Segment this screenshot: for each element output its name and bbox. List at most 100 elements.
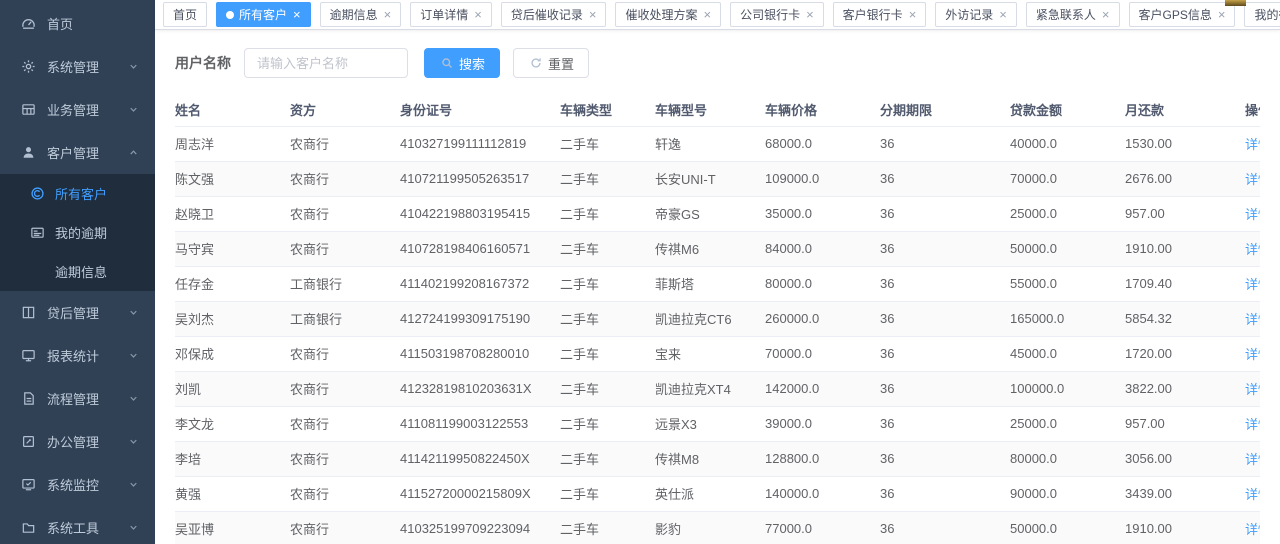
cell-periods: 36 xyxy=(880,301,1010,336)
close-icon[interactable]: × xyxy=(474,8,482,21)
tab-7[interactable]: 客户银行卡× xyxy=(833,2,927,27)
detail-link[interactable]: 详情 xyxy=(1245,312,1260,327)
gear-icon xyxy=(21,59,36,74)
cell-action: 详情 xyxy=(1245,336,1260,371)
cell-periods: 36 xyxy=(880,231,1010,266)
cell-name: 任存金 xyxy=(175,266,290,301)
sidebar-item-9[interactable]: 系统工具 xyxy=(0,506,155,544)
detail-link[interactable]: 详情 xyxy=(1245,277,1260,292)
submenu-item-0[interactable]: 所有客户 xyxy=(0,174,155,213)
detail-link[interactable]: 详情 xyxy=(1245,242,1260,257)
cell-vehicle_price: 142000.0 xyxy=(765,371,880,406)
tab-11[interactable]: 我的待办× xyxy=(1244,2,1280,27)
sidebar-item-6[interactable]: 流程管理 xyxy=(0,377,155,420)
tab-4[interactable]: 贷后催收记录× xyxy=(501,2,607,27)
detail-link[interactable]: 详情 xyxy=(1245,207,1260,222)
refresh-icon xyxy=(528,56,543,71)
cell-id_number: 410422198803195415 xyxy=(400,196,560,231)
detail-link[interactable]: 详情 xyxy=(1245,172,1260,187)
sidebar-item-2[interactable]: 业务管理 xyxy=(0,88,155,131)
cell-action: 详情 xyxy=(1245,301,1260,336)
customer-name-input[interactable] xyxy=(244,48,408,78)
cell-name: 赵晓卫 xyxy=(175,196,290,231)
detail-link[interactable]: 详情 xyxy=(1245,487,1260,502)
tab-label: 外访记录 xyxy=(945,6,993,23)
cell-periods: 36 xyxy=(880,476,1010,511)
cell-monthly_payment: 1910.00 xyxy=(1125,231,1245,266)
tab-1[interactable]: 所有客户× xyxy=(216,2,311,27)
column-header: 贷款金额 xyxy=(1010,94,1125,126)
cell-vehicle_model: 英仕派 xyxy=(655,476,765,511)
close-icon[interactable]: × xyxy=(806,8,814,21)
cell-funder: 农商行 xyxy=(290,161,400,196)
cell-periods: 36 xyxy=(880,161,1010,196)
cell-vehicle_type: 二手车 xyxy=(560,371,655,406)
tools-folder-icon xyxy=(21,520,36,535)
tab-0[interactable]: 首页 xyxy=(163,2,207,27)
close-icon[interactable]: × xyxy=(293,8,301,21)
cell-id_number: 410721199505263517 xyxy=(400,161,560,196)
cell-vehicle_price: 260000.0 xyxy=(765,301,880,336)
cell-action: 详情 xyxy=(1245,371,1260,406)
sidebar-item-3[interactable]: 客户管理 xyxy=(0,131,155,174)
avatar-partial xyxy=(1225,0,1246,6)
detail-link[interactable]: 详情 xyxy=(1245,137,1260,152)
table-row-4: 任存金工商银行411402199208167372二手车菲斯塔80000.036… xyxy=(175,266,1260,301)
close-icon[interactable]: × xyxy=(999,8,1007,21)
detail-link[interactable]: 详情 xyxy=(1245,417,1260,432)
cell-vehicle_model: 影豹 xyxy=(655,511,765,544)
cell-vehicle_model: 传祺M6 xyxy=(655,231,765,266)
close-icon[interactable]: × xyxy=(703,8,711,21)
sidebar-item-7[interactable]: 办公管理 xyxy=(0,420,155,463)
tab-5[interactable]: 催收处理方案× xyxy=(615,2,721,27)
sidebar-item-8[interactable]: 系统监控 xyxy=(0,463,155,506)
close-icon[interactable]: × xyxy=(909,8,917,21)
submenu-item-1[interactable]: 我的逾期 xyxy=(0,213,155,252)
cell-monthly_payment: 1709.40 xyxy=(1125,266,1245,301)
close-icon[interactable]: × xyxy=(589,8,597,21)
cell-funder: 农商行 xyxy=(290,511,400,544)
tab-3[interactable]: 订单详情× xyxy=(410,2,492,27)
tab-10[interactable]: 客户GPS信息× xyxy=(1129,2,1236,27)
reset-button[interactable]: 重置 xyxy=(513,48,589,78)
cell-action: 详情 xyxy=(1245,231,1260,266)
close-icon[interactable]: × xyxy=(1102,8,1110,21)
tab-2[interactable]: 逾期信息× xyxy=(320,2,402,27)
sidebar-item-5[interactable]: 报表统计 xyxy=(0,334,155,377)
cell-vehicle_price: 70000.0 xyxy=(765,336,880,371)
table-header-row: 姓名资方身份证号车辆类型车辆型号车辆价格分期期限贷款金额月还款操作 xyxy=(175,94,1260,126)
cell-vehicle_price: 39000.0 xyxy=(765,406,880,441)
office-icon xyxy=(21,434,36,449)
cell-funder: 农商行 xyxy=(290,196,400,231)
cell-id_number: 411402199208167372 xyxy=(400,266,560,301)
cell-vehicle_type: 二手车 xyxy=(560,336,655,371)
cell-vehicle_price: 68000.0 xyxy=(765,126,880,161)
tab-9[interactable]: 紧急联系人 × xyxy=(1026,2,1120,27)
search-button[interactable]: 搜索 xyxy=(424,48,500,78)
submenu-item-label: 我的逾期 xyxy=(55,223,107,242)
tab-8[interactable]: 外访记录 × xyxy=(935,2,1017,27)
cell-periods: 36 xyxy=(880,441,1010,476)
tab-label: 紧急联系人 xyxy=(1036,6,1096,23)
detail-link[interactable]: 详情 xyxy=(1245,452,1260,467)
cell-name: 李文龙 xyxy=(175,406,290,441)
detail-link[interactable]: 详情 xyxy=(1245,347,1260,362)
sidebar-item-1[interactable]: 系统管理 xyxy=(0,45,155,88)
detail-link[interactable]: 详情 xyxy=(1245,382,1260,397)
cell-loan_amount: 55000.0 xyxy=(1010,266,1125,301)
close-icon[interactable]: × xyxy=(384,8,392,21)
sidebar-item-4[interactable]: 贷后管理 xyxy=(0,291,155,334)
cell-name: 吴亚博 xyxy=(175,511,290,544)
cell-monthly_payment: 5854.32 xyxy=(1125,301,1245,336)
close-icon[interactable]: × xyxy=(1218,8,1226,21)
column-header: 车辆型号 xyxy=(655,94,765,126)
submenu-item-2[interactable]: 逾期信息 xyxy=(0,252,155,291)
sidebar-item-0[interactable]: 首页 xyxy=(0,2,155,45)
column-header: 操作 xyxy=(1245,94,1260,126)
detail-link[interactable]: 详情 xyxy=(1245,522,1260,537)
table-row-3: 马守宾农商行410728198406160571二手车传祺M684000.036… xyxy=(175,231,1260,266)
cell-name: 邓保成 xyxy=(175,336,290,371)
card-icon xyxy=(30,225,45,240)
cell-action: 详情 xyxy=(1245,196,1260,231)
tab-6[interactable]: 公司银行卡× xyxy=(730,2,824,27)
